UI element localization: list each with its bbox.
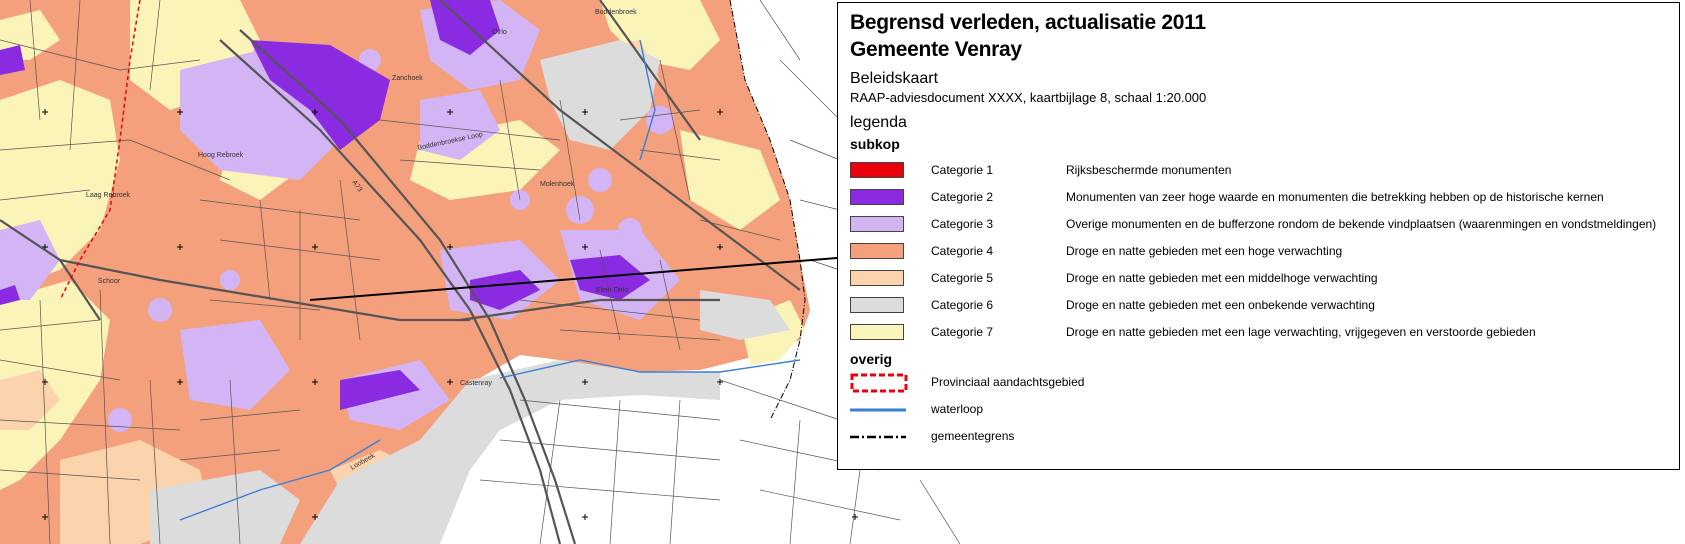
map-legend-panel: Begrensd verleden, actualisatie 2011 Gem… [837, 2, 1680, 470]
category-row-7: Categorie 7 Droge en natte gebieden met … [850, 321, 1667, 348]
category-1-description: Rijksbeschermde monumenten [1066, 163, 1232, 177]
category-row-1: Categorie 1 Rijksbeschermde monumenten [850, 159, 1667, 186]
label-klein-oirlo: Klein Oirlo [596, 287, 628, 294]
category-7-label: Categorie 7 [931, 325, 994, 339]
blue-line-icon [850, 408, 906, 412]
category-4-label: Categorie 4 [931, 244, 994, 258]
category-5-description: Droge en natte gebieden met een middelho… [1066, 271, 1378, 285]
legend-subheading: subkop [850, 136, 900, 152]
label-laag-rebroek: Laag Rebroek [86, 192, 130, 199]
category-2-swatch [850, 189, 904, 205]
legend-heading: legenda [850, 114, 907, 131]
label-boddenbroek: Boddenbroek [595, 9, 637, 16]
dash-dot-line-icon [850, 435, 906, 439]
overig-row-provincial: Provinciaal aandachtsgebied [850, 371, 1667, 398]
document-reference: RAAP-adviesdocument XXXX, kaartbijlage 8… [850, 90, 1207, 105]
overig-heading: overig [850, 351, 893, 367]
label-zanchoek: Zanchoek [392, 75, 423, 82]
category-6-description: Droge en natte gebieden met een onbekend… [1066, 298, 1375, 312]
category-2-label: Categorie 2 [931, 190, 994, 204]
overig-row-waterloop: waterloop [850, 398, 1667, 425]
gemeentegrens-label: gemeentegrens [931, 429, 1015, 443]
category-5-label: Categorie 5 [931, 271, 994, 285]
category-3-label: Categorie 3 [931, 217, 994, 231]
category-6-label: Categorie 6 [931, 298, 994, 312]
category-5-swatch [850, 270, 904, 286]
label-molenhoek: Molenhoek [540, 181, 575, 188]
provincial-area-label: Provinciaal aandachtsgebied [931, 375, 1085, 389]
category-4-swatch [850, 243, 904, 259]
category-2-description: Monumenten van zeer hoge waarde en monum… [1066, 190, 1604, 204]
category-1-label: Categorie 1 [931, 163, 994, 177]
label-schoor: Schoor [98, 278, 121, 285]
category-row-4: Categorie 4 Droge en natte gebieden met … [850, 240, 1667, 267]
category-1-swatch [850, 162, 904, 178]
overig-row-gemeentegrens: gemeentegrens [850, 425, 1667, 452]
label-castenray: Castenray [460, 380, 492, 387]
municipality-title: Gemeente Venray [850, 38, 1022, 61]
category-list: Categorie 1 Rijksbeschermde monumenten C… [850, 159, 1667, 348]
waterloop-label: waterloop [931, 402, 984, 416]
category-7-swatch [850, 324, 904, 340]
dashed-red-box-icon [850, 373, 908, 393]
category-4-description: Droge en natte gebieden met een hoge ver… [1066, 244, 1343, 258]
label-oirlo: Oirlo [492, 29, 507, 36]
category-row-3: Categorie 3 Overige monumenten en de buf… [850, 213, 1667, 240]
label-hoog-rebroek: Hoog Rebroek [198, 152, 244, 159]
map-title: Begrensd verleden, actualisatie 2011 [850, 11, 1206, 34]
category-row-6: Categorie 6 Droge en natte gebieden met … [850, 294, 1667, 321]
category-row-2: Categorie 2 Monumenten van zeer hoge waa… [850, 186, 1667, 213]
map-subtitle: Beleidskaart [850, 70, 939, 87]
category-6-swatch [850, 297, 904, 313]
category-row-5: Categorie 5 Droge en natte gebieden met … [850, 267, 1667, 294]
category-3-description: Overige monumenten en de bufferzone rond… [1066, 217, 1657, 231]
category-3-swatch [850, 216, 904, 232]
category-7-description: Droge en natte gebieden met een lage ver… [1066, 325, 1536, 339]
overig-list: Provinciaal aandachtsgebied waterloop ge… [850, 371, 1667, 452]
